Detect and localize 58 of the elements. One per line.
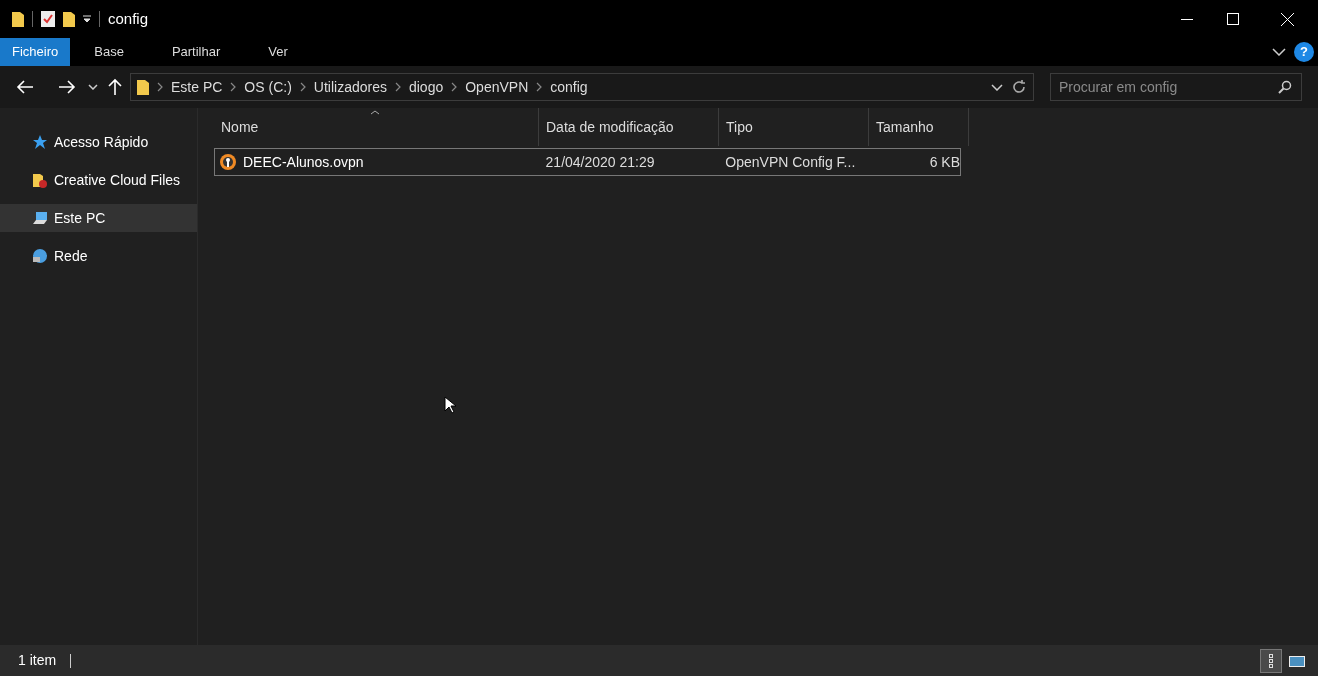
type-cell-text: OpenVPN Config F... — [724, 152, 857, 172]
computer-icon — [32, 210, 48, 226]
chevron-right-icon[interactable] — [157, 82, 163, 92]
chevron-right-icon[interactable] — [451, 82, 458, 92]
mouse-cursor-icon — [444, 396, 456, 414]
close-icon — [1280, 12, 1294, 26]
back-arrow-icon[interactable] — [16, 80, 34, 94]
column-header[interactable]: Tipo — [719, 108, 869, 146]
sidebar-item[interactable]: Acesso Rápido — [0, 128, 197, 156]
folder-icon — [32, 172, 48, 188]
chevron-right-icon[interactable] — [536, 82, 543, 92]
sidebar-item[interactable]: Este PC — [0, 204, 197, 232]
folder-icon — [137, 79, 149, 95]
chevron-right-icon[interactable] — [394, 82, 401, 92]
window-title: config — [108, 8, 149, 29]
ribbon-tab[interactable]: Ficheiro — [0, 38, 71, 66]
maximize-icon — [1227, 13, 1239, 25]
up-arrow-icon[interactable] — [108, 78, 122, 96]
search-field[interactable]: Procurar em config — [1050, 73, 1302, 101]
details-view-icon — [1269, 653, 1273, 668]
folder-icon[interactable] — [63, 11, 75, 27]
address-bar[interactable]: Este PC OS (C:) Utilizadores diogo OpenVPN config — [130, 73, 1034, 101]
lock-icon — [219, 153, 237, 171]
search-icon — [1278, 80, 1292, 94]
forward-arrow-icon[interactable] — [58, 80, 76, 94]
file-name: DEEC-Alunos.ovpn — [243, 152, 364, 172]
breadcrumb-item[interactable]: diogo — [408, 76, 444, 98]
chevron-down-icon[interactable] — [1272, 48, 1286, 56]
breadcrumb-item[interactable]: OS (C:) — [244, 76, 292, 98]
breadcrumb-item[interactable]: config — [550, 76, 588, 98]
date-cell-text: 21/04/2020 21:29 — [544, 152, 656, 172]
ribbon-tab[interactable]: Ver — [256, 38, 300, 66]
breadcrumb-item[interactable]: OpenVPN — [465, 76, 529, 98]
folder-icon[interactable] — [12, 11, 24, 27]
breadcrumb-item[interactable]: Este PC — [171, 76, 223, 98]
breadcrumb-item[interactable]: Utilizadores — [313, 76, 387, 98]
checklist-icon[interactable] — [41, 11, 55, 27]
view-button[interactable] — [1260, 648, 1282, 673]
chevron-right-icon[interactable] — [299, 82, 306, 92]
column-header[interactable]: Tamanho — [869, 108, 969, 146]
column-header[interactable]: Nome — [214, 108, 539, 146]
sidebar-item[interactable]: Rede — [0, 242, 197, 270]
size-cell-text: 6 KB — [928, 152, 960, 172]
chevron-down-icon[interactable] — [991, 83, 1003, 91]
dropdown-icon[interactable] — [83, 15, 91, 23]
help-button[interactable]: ? — [1294, 42, 1314, 62]
chevron-down-icon[interactable] — [88, 84, 98, 90]
status-text: 1 item — [18, 651, 57, 670]
column-header[interactable]: Data de modificação — [539, 108, 719, 146]
ribbon-tab[interactable]: Base — [82, 38, 136, 66]
refresh-icon[interactable] — [1011, 79, 1027, 95]
chevron-right-icon[interactable] — [230, 82, 237, 92]
globe-icon — [32, 248, 48, 264]
star-icon — [32, 134, 48, 150]
minimize-icon — [1181, 18, 1193, 20]
ribbon-tab[interactable]: Partilhar — [159, 38, 233, 66]
file-row[interactable]: DEEC-Alunos.ovpn 21/04/2020 21:29 OpenVPN Config F... 6 KB — [214, 148, 961, 176]
sidebar-item[interactable]: Creative Cloud Files — [0, 166, 197, 194]
